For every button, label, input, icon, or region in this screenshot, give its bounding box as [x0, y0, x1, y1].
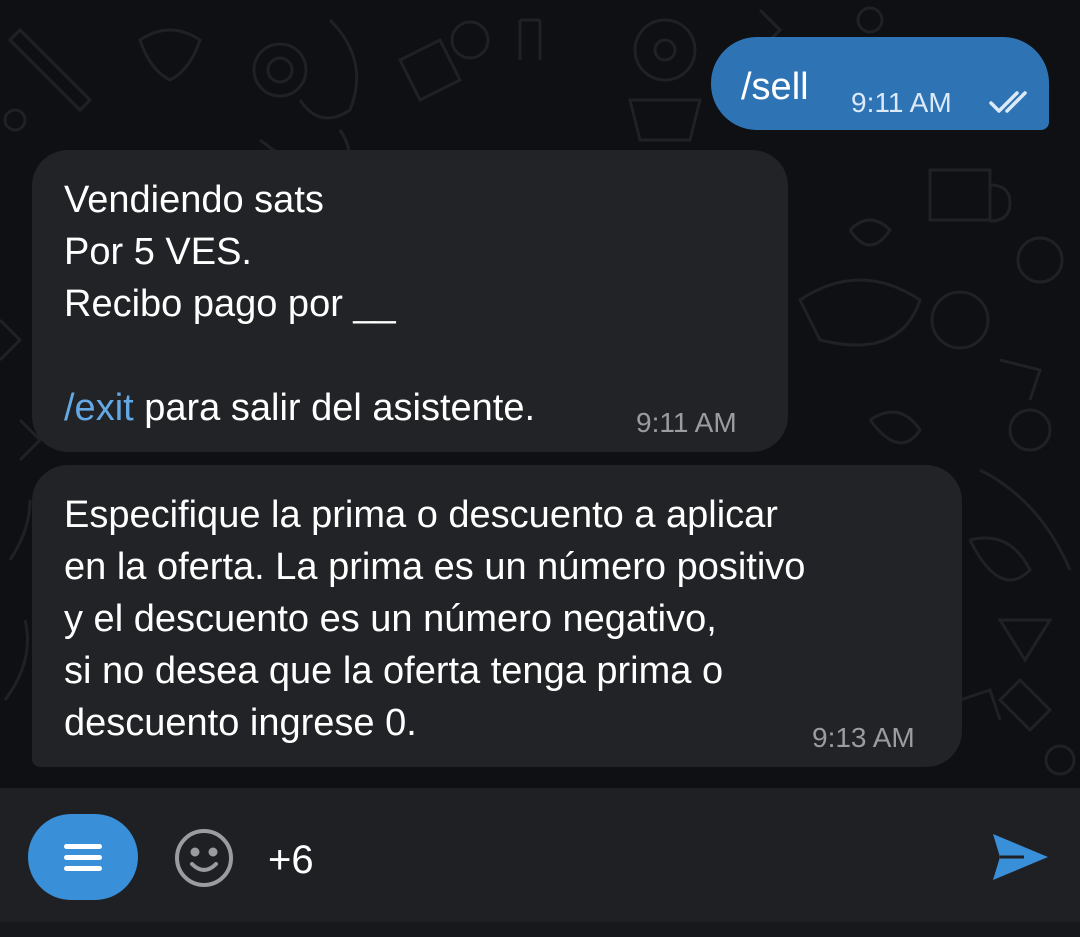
message-line: y el descuento es un número negativo, — [64, 598, 717, 640]
incoming-message[interactable]: Especifique la prima o descuento a aplic… — [32, 465, 962, 767]
chat-area[interactable]: /sell 9:11 AM Vendiendo sats Por 5 VES. … — [0, 0, 1080, 788]
message-line: Vendiendo sats — [64, 179, 324, 221]
message-line: si no desea que la oferta tenga prima o — [64, 650, 724, 692]
message-composer — [0, 788, 1080, 922]
exit-command-link[interactable]: /exit — [64, 387, 134, 429]
message-line: Recibo pago por __ — [64, 283, 396, 325]
message-time: 9:11 AM — [636, 407, 737, 438]
message-time: 9:13 AM — [812, 722, 915, 753]
menu-icon — [64, 855, 102, 860]
incoming-message[interactable]: Vendiendo sats Por 5 VES. Recibo pago po… — [32, 150, 788, 452]
outgoing-message[interactable]: /sell 9:11 AM — [711, 37, 1049, 130]
send-icon[interactable] — [990, 826, 1050, 886]
bot-menu-button[interactable] — [28, 814, 138, 900]
message-time: 9:11 AM — [851, 87, 952, 118]
smiley-icon[interactable] — [173, 827, 235, 889]
message-line: Especifique la prima o descuento a aplic… — [64, 494, 778, 536]
menu-icon — [64, 866, 102, 871]
navigation-bar — [0, 922, 1080, 937]
double-check-icon — [989, 91, 1027, 113]
menu-icon — [64, 844, 102, 849]
message-input[interactable]: +6 — [268, 836, 314, 884]
message-line: en la oferta. La prima es un número posi… — [64, 546, 806, 588]
message-line — [64, 330, 788, 382]
message-line: Por 5 VES. — [64, 231, 252, 273]
exit-command-suffix: para salir del asistente. — [133, 387, 536, 429]
